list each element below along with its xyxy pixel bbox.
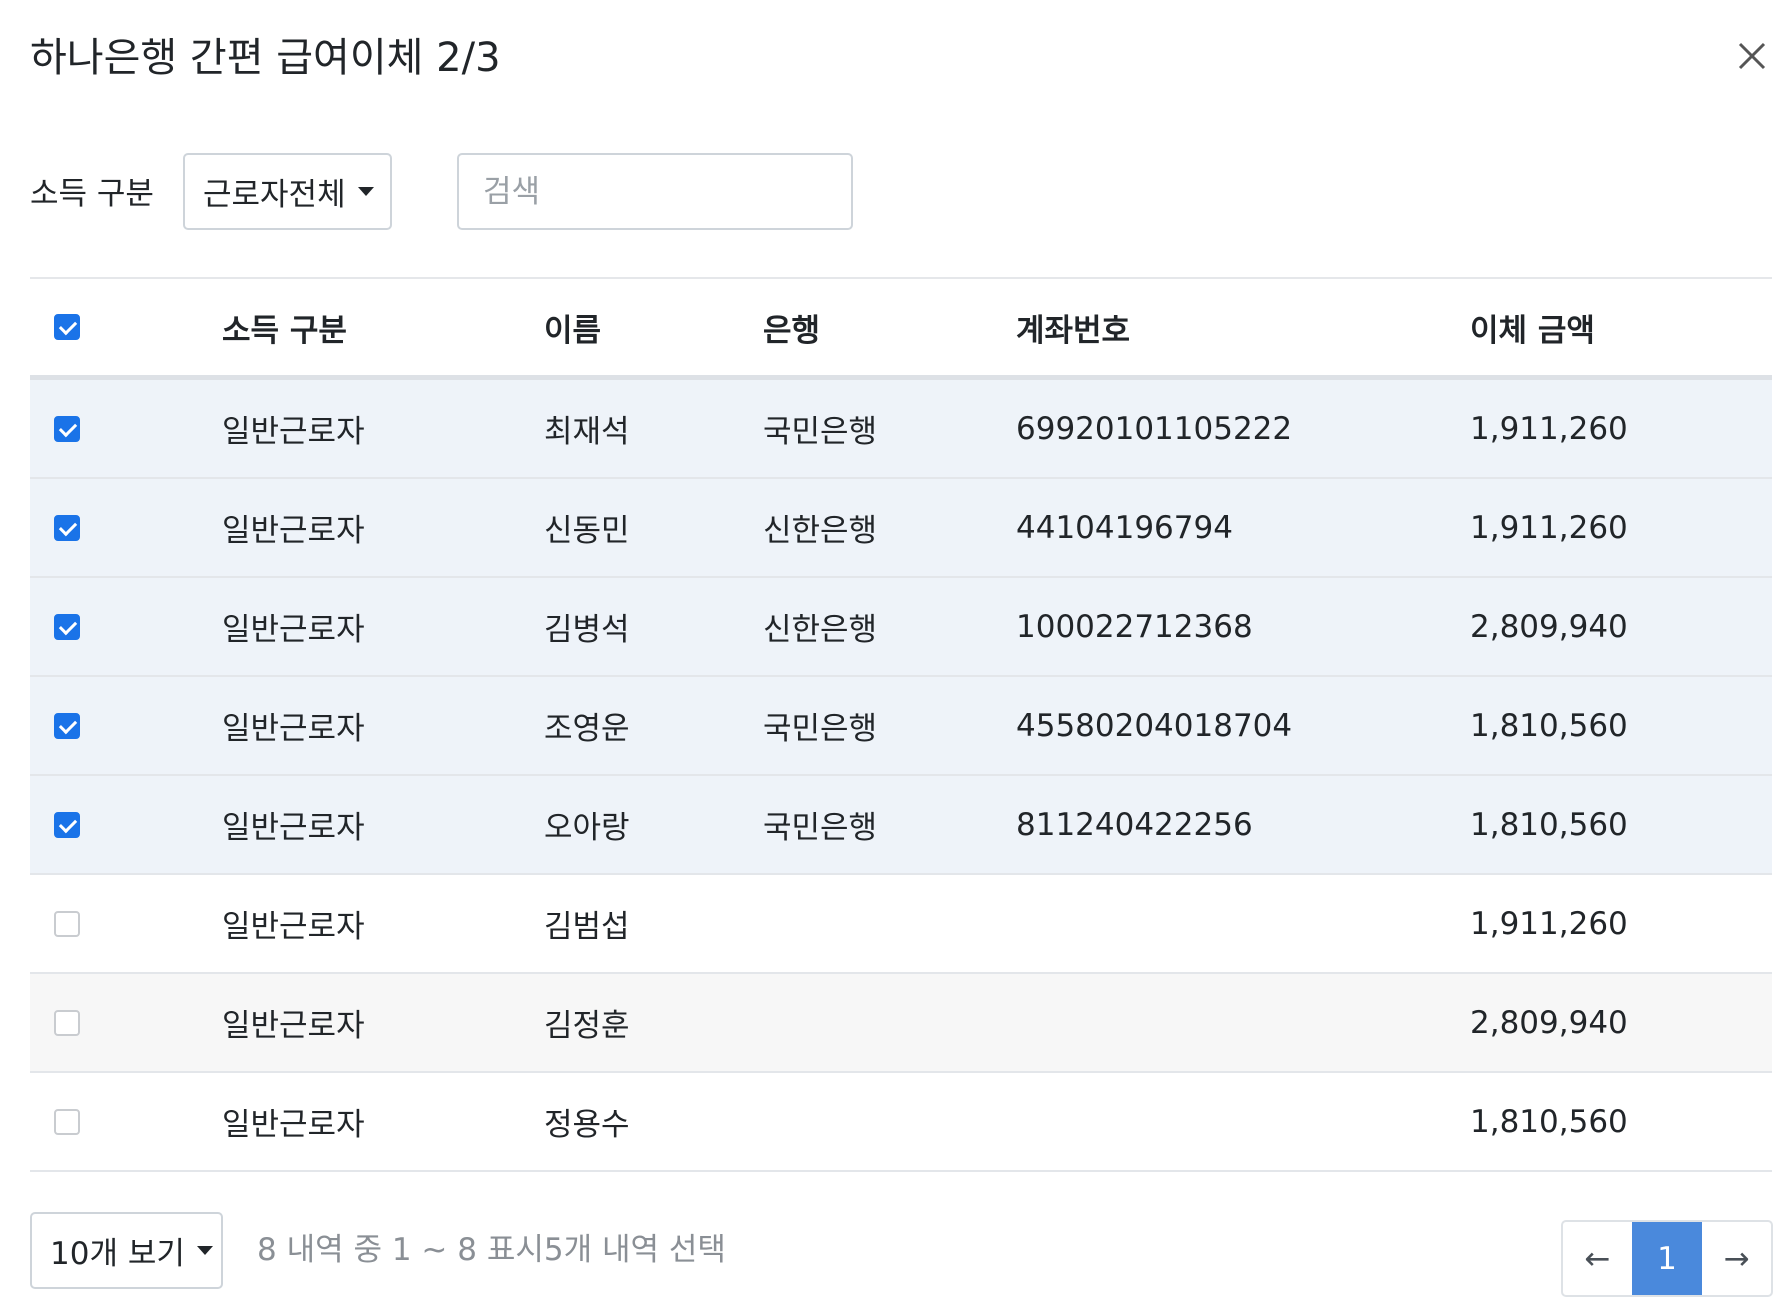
table-body: 일반근로자 최재석 국민은행 69920101105222 1,911,260 일반근로자… bbox=[30, 380, 1772, 1172]
employee-table: 소득 구분 이름 은행 계좌번호 이체 금액 일반근로자 최재석 국민은행 69920… bbox=[30, 277, 1772, 1172]
row-checkbox-cell bbox=[54, 974, 84, 1071]
income-type-selected: 근로자전체 bbox=[203, 177, 346, 213]
caret-down-icon bbox=[357, 187, 374, 196]
cell-amount: 1,911,260 bbox=[1470, 905, 1628, 942]
cell-income-type: 일반근로자 bbox=[222, 1107, 365, 1143]
select-all-checkbox[interactable] bbox=[54, 314, 80, 340]
results-summary: 8 내역 중 1 ~ 8 표시5개 내역 선택 bbox=[257, 1232, 726, 1268]
column-header-income-type[interactable]: 소득 구분 bbox=[222, 279, 347, 375]
cell-account: 44104196794 bbox=[1016, 509, 1233, 546]
table-row[interactable]: 일반근로자 오아랑 국민은행 811240422256 1,810,560 bbox=[30, 776, 1772, 875]
row-checkbox-cell bbox=[54, 380, 84, 477]
table-row[interactable]: 일반근로자 신동민 신한은행 44104196794 1,911,260 bbox=[30, 479, 1772, 578]
row-checkbox-cell bbox=[54, 1073, 84, 1170]
cell-income-type: 일반근로자 bbox=[222, 711, 365, 747]
pagination: ← 1 → bbox=[1561, 1220, 1773, 1297]
search-input[interactable] bbox=[457, 153, 853, 230]
row-checkbox-cell bbox=[54, 677, 84, 774]
table-header: 소득 구분 이름 은행 계좌번호 이체 금액 bbox=[30, 279, 1772, 380]
row-checkbox[interactable] bbox=[54, 712, 80, 739]
cell-amount: 2,809,940 bbox=[1470, 608, 1628, 645]
row-checkbox-cell bbox=[54, 479, 84, 576]
cell-income-type: 일반근로자 bbox=[222, 414, 365, 450]
row-checkbox[interactable] bbox=[54, 1108, 80, 1135]
cell-income-type: 일반근로자 bbox=[222, 909, 365, 945]
cell-income-type: 일반근로자 bbox=[222, 810, 365, 846]
row-checkbox-cell bbox=[54, 776, 84, 873]
row-checkbox[interactable] bbox=[54, 910, 80, 937]
cell-amount: 2,809,940 bbox=[1470, 1004, 1628, 1041]
page-size-selected: 10개 보기 bbox=[50, 1236, 185, 1272]
cell-amount: 1,911,260 bbox=[1470, 509, 1628, 546]
cell-account: 811240422256 bbox=[1016, 806, 1253, 843]
cell-bank: 국민은행 bbox=[763, 711, 878, 747]
row-checkbox[interactable] bbox=[54, 1009, 80, 1036]
cell-income-type: 일반근로자 bbox=[222, 612, 365, 648]
table-row[interactable]: 일반근로자 김범섭 1,911,260 bbox=[30, 875, 1772, 974]
cell-income-type: 일반근로자 bbox=[222, 513, 365, 549]
cell-name: 최재석 bbox=[544, 414, 630, 450]
table-row[interactable]: 일반근로자 조영운 국민은행 45580204018704 1,810,560 bbox=[30, 677, 1772, 776]
table-row[interactable]: 일반근로자 최재석 국민은행 69920101105222 1,911,260 bbox=[30, 380, 1772, 479]
row-checkbox-cell bbox=[54, 875, 84, 972]
column-header-bank[interactable]: 은행 bbox=[763, 279, 820, 375]
cell-amount: 1,810,560 bbox=[1470, 707, 1628, 744]
page-size-dropdown[interactable]: 10개 보기 bbox=[30, 1212, 223, 1289]
column-header-account[interactable]: 계좌번호 bbox=[1016, 279, 1130, 375]
payroll-transfer-modal: 하나은행 간편 급여이체 2/3 소득 구분 근로자전체 소득 구분 이름 은행… bbox=[0, 0, 1790, 1310]
row-checkbox[interactable] bbox=[54, 415, 80, 442]
cell-account: 45580204018704 bbox=[1016, 707, 1293, 744]
cell-amount: 1,810,560 bbox=[1470, 1103, 1628, 1140]
next-page-button[interactable]: → bbox=[1702, 1222, 1771, 1295]
income-type-dropdown[interactable]: 근로자전체 bbox=[183, 153, 392, 230]
column-header-amount[interactable]: 이체 금액 bbox=[1470, 279, 1595, 375]
cell-name: 김정훈 bbox=[544, 1008, 630, 1044]
cell-name: 신동민 bbox=[544, 513, 630, 549]
cell-bank: 국민은행 bbox=[763, 810, 878, 846]
cell-account: 100022712368 bbox=[1016, 608, 1253, 645]
cell-name: 정용수 bbox=[544, 1107, 630, 1143]
cell-name: 김범섭 bbox=[544, 909, 630, 945]
row-checkbox[interactable] bbox=[54, 514, 80, 541]
row-checkbox[interactable] bbox=[54, 613, 80, 640]
modal-title: 하나은행 간편 급여이체 2/3 bbox=[30, 35, 501, 81]
table-row[interactable]: 일반근로자 정용수 1,810,560 bbox=[30, 1073, 1772, 1172]
cell-amount: 1,810,560 bbox=[1470, 806, 1628, 843]
table-row[interactable]: 일반근로자 김병석 신한은행 100022712368 2,809,940 bbox=[30, 578, 1772, 677]
cell-income-type: 일반근로자 bbox=[222, 1008, 365, 1044]
close-icon[interactable] bbox=[1730, 34, 1774, 78]
caret-down-icon bbox=[196, 1246, 213, 1255]
row-checkbox[interactable] bbox=[54, 811, 80, 838]
cell-bank: 국민은행 bbox=[763, 414, 878, 450]
cell-bank: 신한은행 bbox=[763, 612, 878, 648]
page-button-current[interactable]: 1 bbox=[1631, 1222, 1703, 1295]
table-row[interactable]: 일반근로자 김정훈 2,809,940 bbox=[30, 974, 1772, 1073]
prev-page-button[interactable]: ← bbox=[1563, 1222, 1632, 1295]
income-type-label: 소득 구분 bbox=[30, 176, 154, 212]
cell-name: 김병석 bbox=[544, 612, 630, 648]
cell-name: 조영운 bbox=[544, 711, 630, 747]
cell-bank: 신한은행 bbox=[763, 513, 878, 549]
column-header-name[interactable]: 이름 bbox=[544, 279, 601, 375]
row-checkbox-cell bbox=[54, 578, 84, 675]
cell-amount: 1,911,260 bbox=[1470, 410, 1628, 447]
cell-name: 오아랑 bbox=[544, 810, 630, 846]
cell-account: 69920101105222 bbox=[1016, 410, 1293, 447]
